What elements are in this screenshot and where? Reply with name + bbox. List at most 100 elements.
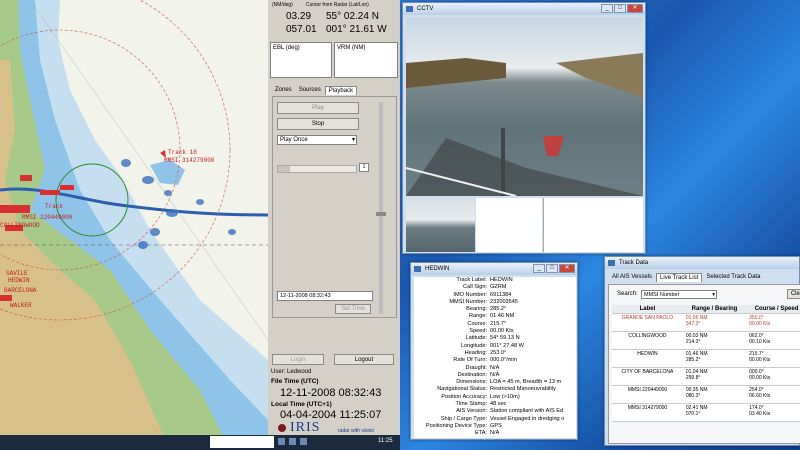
vessel-info-row: Track Label: HEDWIN — [414, 277, 576, 284]
vessel-info-label: AIS Version: — [456, 408, 487, 415]
local-time-label: Local Time (UTC+1) — [271, 401, 332, 408]
vessel-info-value: 000.0°/min — [490, 357, 517, 364]
tab-playback[interactable]: Playback — [324, 86, 358, 95]
vessel-info-label: Navigational Status: — [437, 386, 487, 393]
taskbar-clock[interactable]: 11:25 — [378, 438, 393, 444]
chart-label: Track — [45, 203, 64, 210]
shield-icon[interactable] — [300, 438, 307, 445]
course-speed-cell: 254.0° 06.60 Kts — [746, 385, 800, 404]
vessel-info-value: Station compliant with AIS Ed — [490, 408, 564, 415]
tab-live-track-list[interactable]: Live Track List — [656, 273, 703, 282]
minimize-button[interactable]: _ — [601, 4, 613, 13]
minimize-button[interactable]: _ — [533, 264, 545, 273]
time-input[interactable]: 12-11-2008 08:32:43 — [277, 291, 373, 301]
search-select[interactable]: MMSI Number ▾ — [641, 290, 717, 299]
chart-label: COLLINGWOOD — [0, 222, 40, 229]
vessel-info-row: ETA: N/A — [414, 430, 576, 437]
table-row[interactable]: COLLINGWOOD 00.03 NM 214.3° 062.0° 00.10 Kts — [612, 331, 800, 350]
tab-bar: Zones Sources Playback — [272, 86, 358, 95]
close-button[interactable]: ✕ — [559, 264, 575, 273]
table-row[interactable]: MMSI 220449000 00.35 NM 080.3° 254.0° 06.60 … — [612, 385, 800, 404]
chart-label: WALKER — [10, 302, 32, 309]
vessel-info-value: Restricted Manoeuvrability — [490, 386, 556, 393]
stop-button[interactable]: Stop — [277, 118, 359, 130]
tab-sources[interactable]: Sources — [296, 86, 324, 95]
clear-button[interactable]: Clea — [787, 289, 800, 299]
search-select-value: MMSI Number — [644, 292, 680, 298]
vessel-info-value: GPS — [490, 422, 502, 429]
vessel-info-value: Vessel Engaged in dredging o — [490, 415, 565, 422]
hedwin-titlebar[interactable]: HEDWIN _ □ ✕ — [411, 263, 577, 275]
set-time-button[interactable]: Set Time — [335, 304, 371, 314]
track-label-cell: GRANDE SAN PAOLO — [612, 313, 683, 332]
track-table: Label Range / Bearing Course / Speed GRANDE… — [612, 305, 800, 422]
cctv-thumb-3[interactable] — [543, 198, 643, 252]
track-label-cell: MMSI 314279000 — [612, 403, 683, 422]
column-header[interactable]: Course / Speed — [746, 305, 800, 314]
vertical-slider[interactable] — [376, 102, 386, 314]
vessel-info-value: Low (>10m) — [490, 393, 520, 400]
search-label: Search: — [617, 291, 638, 297]
readout-header-1: (NM/deg) — [272, 2, 293, 8]
cctv-main-feed[interactable] — [406, 18, 643, 196]
cctv-window: CCTV _ □ ✕ — [402, 2, 646, 254]
vessel-info-label: Dimensions: — [456, 379, 487, 386]
vessel-info-row: Rate Of Turn: 000.0°/min — [414, 357, 576, 364]
column-header[interactable]: Range / Bearing — [682, 305, 747, 314]
vessel-info-value: 54° 59.13 N — [490, 335, 520, 342]
brand-name: IRIS — [290, 420, 321, 435]
vessel-info-row: Call Sign: GZRM — [414, 284, 576, 291]
vessel-info-label: Positioning Device Type: — [425, 422, 487, 429]
vessel-info-label: Ship / Cargo Type: — [440, 415, 487, 422]
vessel-info-row: Dimensions: LOA = 45 m, Breadth = 13 m — [414, 379, 576, 386]
volume-icon[interactable] — [289, 438, 296, 445]
table-row[interactable]: GRANDE SAN PAOLO 01.06 NM 347.3° 350.0° 00.0… — [612, 313, 800, 332]
vessel-info-label: Bearing: — [466, 306, 487, 313]
cctv-title: CCTV — [417, 6, 434, 12]
bearing-value: 285.2° — [685, 357, 701, 363]
maximize-button[interactable]: □ — [614, 4, 626, 13]
vessel-info-value: 00.00 Kts — [490, 328, 514, 335]
vessel-info-label: Longitude: — [460, 342, 487, 349]
table-row[interactable]: HEDWIN 01.46 NM 285.2° 215.7° 00.00 Kts — [612, 349, 800, 368]
logout-button[interactable]: Logout — [334, 354, 394, 365]
play-mode-select[interactable]: Play Once ▾ — [277, 135, 357, 145]
vessel-info-label: Speed: — [469, 328, 487, 335]
speed-input[interactable]: 1 — [359, 163, 369, 172]
vessel-info-value: N/A — [490, 430, 500, 437]
vessel-info-row: MMSI Number: 232003545 — [414, 299, 576, 306]
login-button[interactable]: Login — [272, 354, 324, 365]
cctv-titlebar[interactable]: CCTV _ □ ✕ — [403, 3, 645, 15]
cctv-thumb-2[interactable] — [476, 198, 542, 252]
vessel-info-row: Longitude: 001° 27.48 W — [414, 343, 576, 350]
playback-scrollbar[interactable] — [277, 165, 357, 173]
table-row[interactable]: CITY OF BARCELONA 01.04 NM 299.8° 000.0° 00.… — [612, 367, 800, 386]
vessel-info-row: Positioning Device Type: GPS — [414, 423, 576, 430]
chevron-down-icon: ▾ — [351, 137, 355, 143]
cctv-scene — [406, 53, 643, 196]
cctv-thumb-1[interactable] — [406, 198, 475, 252]
table-row[interactable]: MMSI 314279000 02.41 NM 070.1° 174.0° 03.40 … — [612, 403, 800, 422]
vessel-info-row: Bearing: 285.2° — [414, 306, 576, 313]
ship-icon — [414, 266, 421, 272]
maximize-button[interactable]: □ — [546, 264, 558, 273]
table-icon — [608, 260, 615, 266]
table-header-row: Label Range / Bearing Course / Speed — [612, 305, 800, 314]
tab-zones[interactable]: Zones — [272, 86, 295, 95]
play-button[interactable]: Play — [277, 102, 359, 114]
bearing-value: 347.3° — [685, 321, 701, 327]
network-icon[interactable] — [278, 438, 285, 445]
file-time-label: File Time (UTC) — [271, 378, 319, 385]
bearing-value: 214.3° — [685, 339, 701, 345]
tab-all-ais[interactable]: All AIS Vessels — [609, 273, 655, 282]
radar-chart[interactable]: Track 18 MMSI 314279000 Track MMSI 22044… — [0, 0, 268, 450]
vessel-info-value: 285.2° — [490, 306, 507, 313]
taskbar-item[interactable] — [210, 436, 274, 448]
column-header[interactable]: Label — [612, 305, 683, 314]
tab-selected-track[interactable]: Selected Track Data — [703, 273, 763, 282]
speed-value: 00.00 Kts — [749, 357, 771, 363]
vessel-info-value: 232003545 — [490, 298, 518, 305]
close-button[interactable]: ✕ — [627, 4, 643, 13]
range-bearing-cell: 01.06 NM 347.3° — [682, 313, 747, 332]
track-titlebar[interactable]: Track Data — [605, 257, 799, 269]
